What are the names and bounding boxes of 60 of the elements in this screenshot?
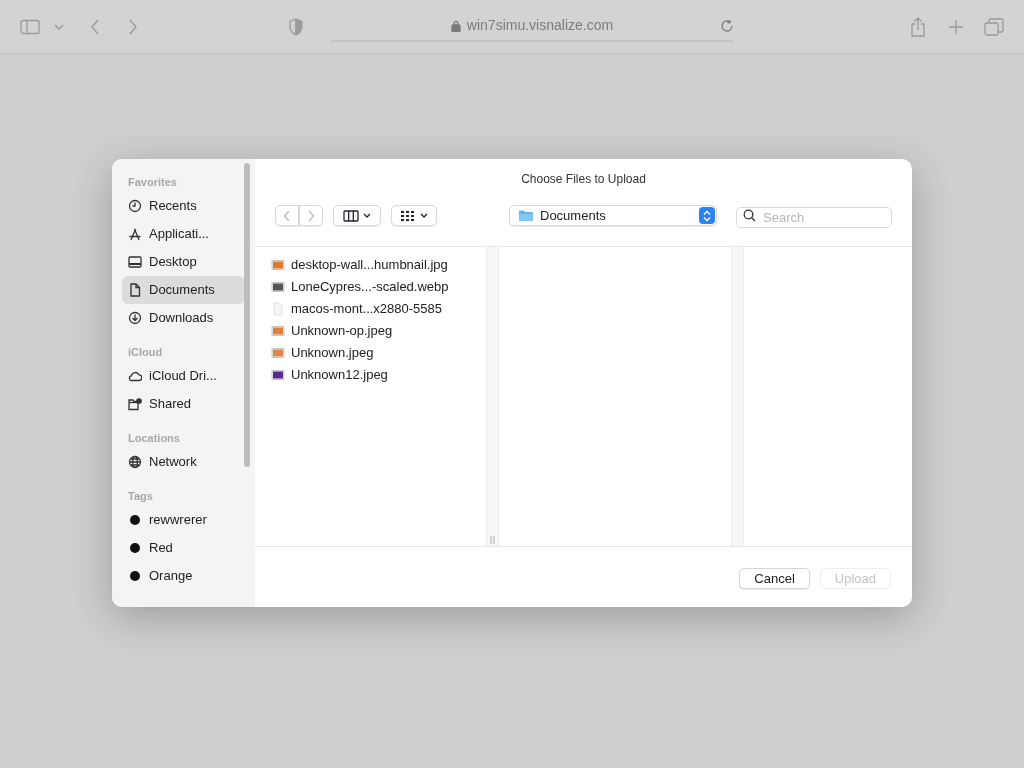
forward-button[interactable] — [299, 205, 323, 226]
forward-icon[interactable] — [128, 18, 138, 35]
back-icon[interactable] — [90, 18, 100, 35]
folder-icon — [518, 209, 534, 222]
section-heading: iCloud — [128, 345, 164, 360]
url-text: win7simu.visnalize.com — [466, 16, 614, 35]
resize-handle-icon[interactable] — [490, 536, 495, 544]
sidebar-item[interactable]: rewwrerer — [122, 506, 245, 534]
tab-overview-icon[interactable] — [984, 17, 1004, 36]
sidebar-icon[interactable] — [20, 18, 40, 35]
view-mode-button[interactable] — [333, 205, 381, 226]
shield-icon[interactable] — [288, 17, 304, 36]
file-icon — [271, 302, 285, 316]
sidebar-item[interactable]: Documents — [122, 276, 245, 304]
document-icon — [128, 283, 142, 297]
location-popup[interactable]: Documents — [509, 205, 717, 226]
file-name[interactable]: macos-mont...x2880-5585 — [291, 299, 443, 319]
section-heading: Favorites — [128, 175, 178, 190]
sidebar-item[interactable]: Orange — [122, 562, 245, 590]
app-store-icon — [128, 227, 142, 241]
share-icon[interactable] — [910, 16, 926, 37]
sidebar-item[interactable]: iCloud Dri... — [122, 362, 245, 390]
lock-icon — [450, 19, 461, 32]
up-down-arrows-icon — [703, 209, 711, 222]
globe-icon — [128, 455, 142, 469]
chevron-down-icon — [420, 212, 428, 219]
sidebar-item[interactable]: Desktop — [122, 248, 245, 276]
back-button[interactable] — [275, 205, 299, 226]
grid-icon — [400, 209, 416, 222]
section-heading: Tags — [128, 489, 154, 504]
sidebar-item[interactable]: Downloads — [122, 304, 245, 332]
file-name[interactable]: Unknown12.jpeg — [291, 365, 388, 385]
sidebar-item[interactable]: Network — [122, 448, 245, 476]
shared-folder-icon — [128, 397, 142, 411]
forward-icon — [307, 209, 315, 222]
section-heading: Locations — [128, 431, 181, 446]
desktop-icon — [128, 255, 142, 269]
dialog-title: Choose Files to Upload — [520, 171, 647, 188]
download-icon — [128, 311, 142, 325]
file-name[interactable]: LoneCypres...-scaled.webp — [291, 277, 449, 297]
file-name[interactable]: Unknown-op.jpeg — [291, 321, 393, 341]
cloud-icon — [128, 369, 142, 383]
sidebar-item[interactable]: Applicati... — [122, 220, 245, 248]
reload-icon[interactable] — [720, 18, 734, 33]
group-button[interactable] — [391, 205, 437, 226]
back-icon — [283, 209, 291, 222]
sidebar-item[interactable]: Shared — [122, 390, 245, 418]
new-tab-icon[interactable] — [948, 18, 964, 35]
file-name[interactable]: Unknown.jpeg — [291, 343, 374, 363]
cancel-button[interactable]: Cancel — [739, 568, 810, 589]
sidebar-item[interactable]: Recents — [122, 192, 245, 220]
chevron-down-icon[interactable] — [54, 22, 64, 31]
sidebar-item[interactable]: Red — [122, 534, 245, 562]
chevron-down-icon — [363, 212, 371, 219]
clock-icon — [128, 199, 142, 213]
scrollbar[interactable] — [244, 163, 250, 467]
file-name[interactable]: desktop-wall...humbnail.jpg — [291, 255, 448, 275]
columns-icon — [343, 209, 359, 222]
location-label: Documents — [540, 206, 606, 225]
search-field[interactable]: Search — [736, 207, 892, 228]
